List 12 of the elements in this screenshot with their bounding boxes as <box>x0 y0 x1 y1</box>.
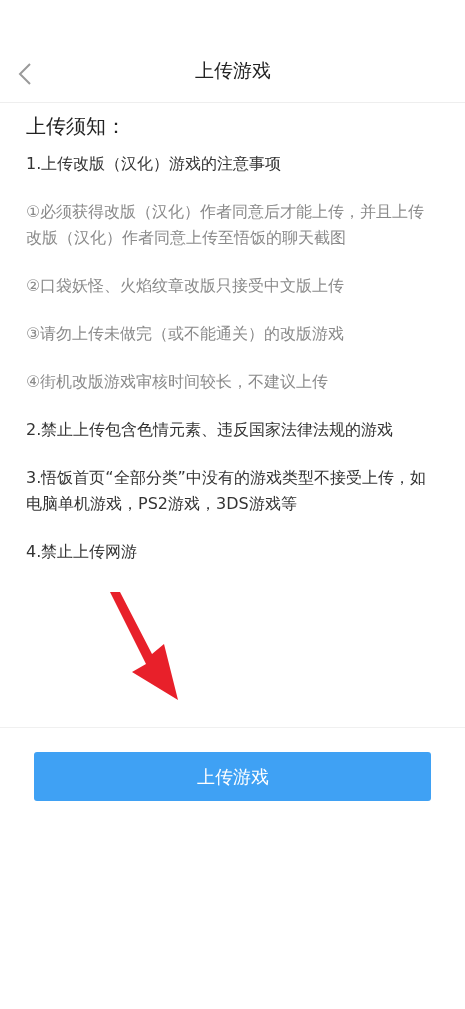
notice-item: 1.上传改版（汉化）游戏的注意事项 <box>26 153 283 175</box>
notice-item: 4.禁止上传网游 <box>26 541 139 563</box>
notice-item: ②口袋妖怪、火焰纹章改版只接受中文版上传 <box>26 275 346 297</box>
notice-item: ④街机改版游戏审核时间较长，不建议上传 <box>26 371 330 393</box>
notice-item: ①必须获得改版（汉化）作者同意后才能上传，并且上传改版（汉化）作者同意上传至悟饭的聊天截图 <box>26 201 426 249</box>
notice-heading: 上传须知： <box>26 113 127 140</box>
page-title: 上传游戏 <box>194 57 271 83</box>
upload-game-button[interactable]: 上传游戏 <box>34 752 431 801</box>
back-icon[interactable] <box>18 62 32 86</box>
notice-item: 2.禁止上传包含色情元素、违反国家法律法规的游戏 <box>26 419 395 441</box>
notice-item: ③请勿上传未做完（或不能通关）的改版游戏 <box>26 323 346 345</box>
notice-item: 3.悟饭首页“全部分类”中没有的游戏类型不接受上传，如电脑单机游戏，PS2游戏，3DS游戏等 <box>26 467 427 515</box>
